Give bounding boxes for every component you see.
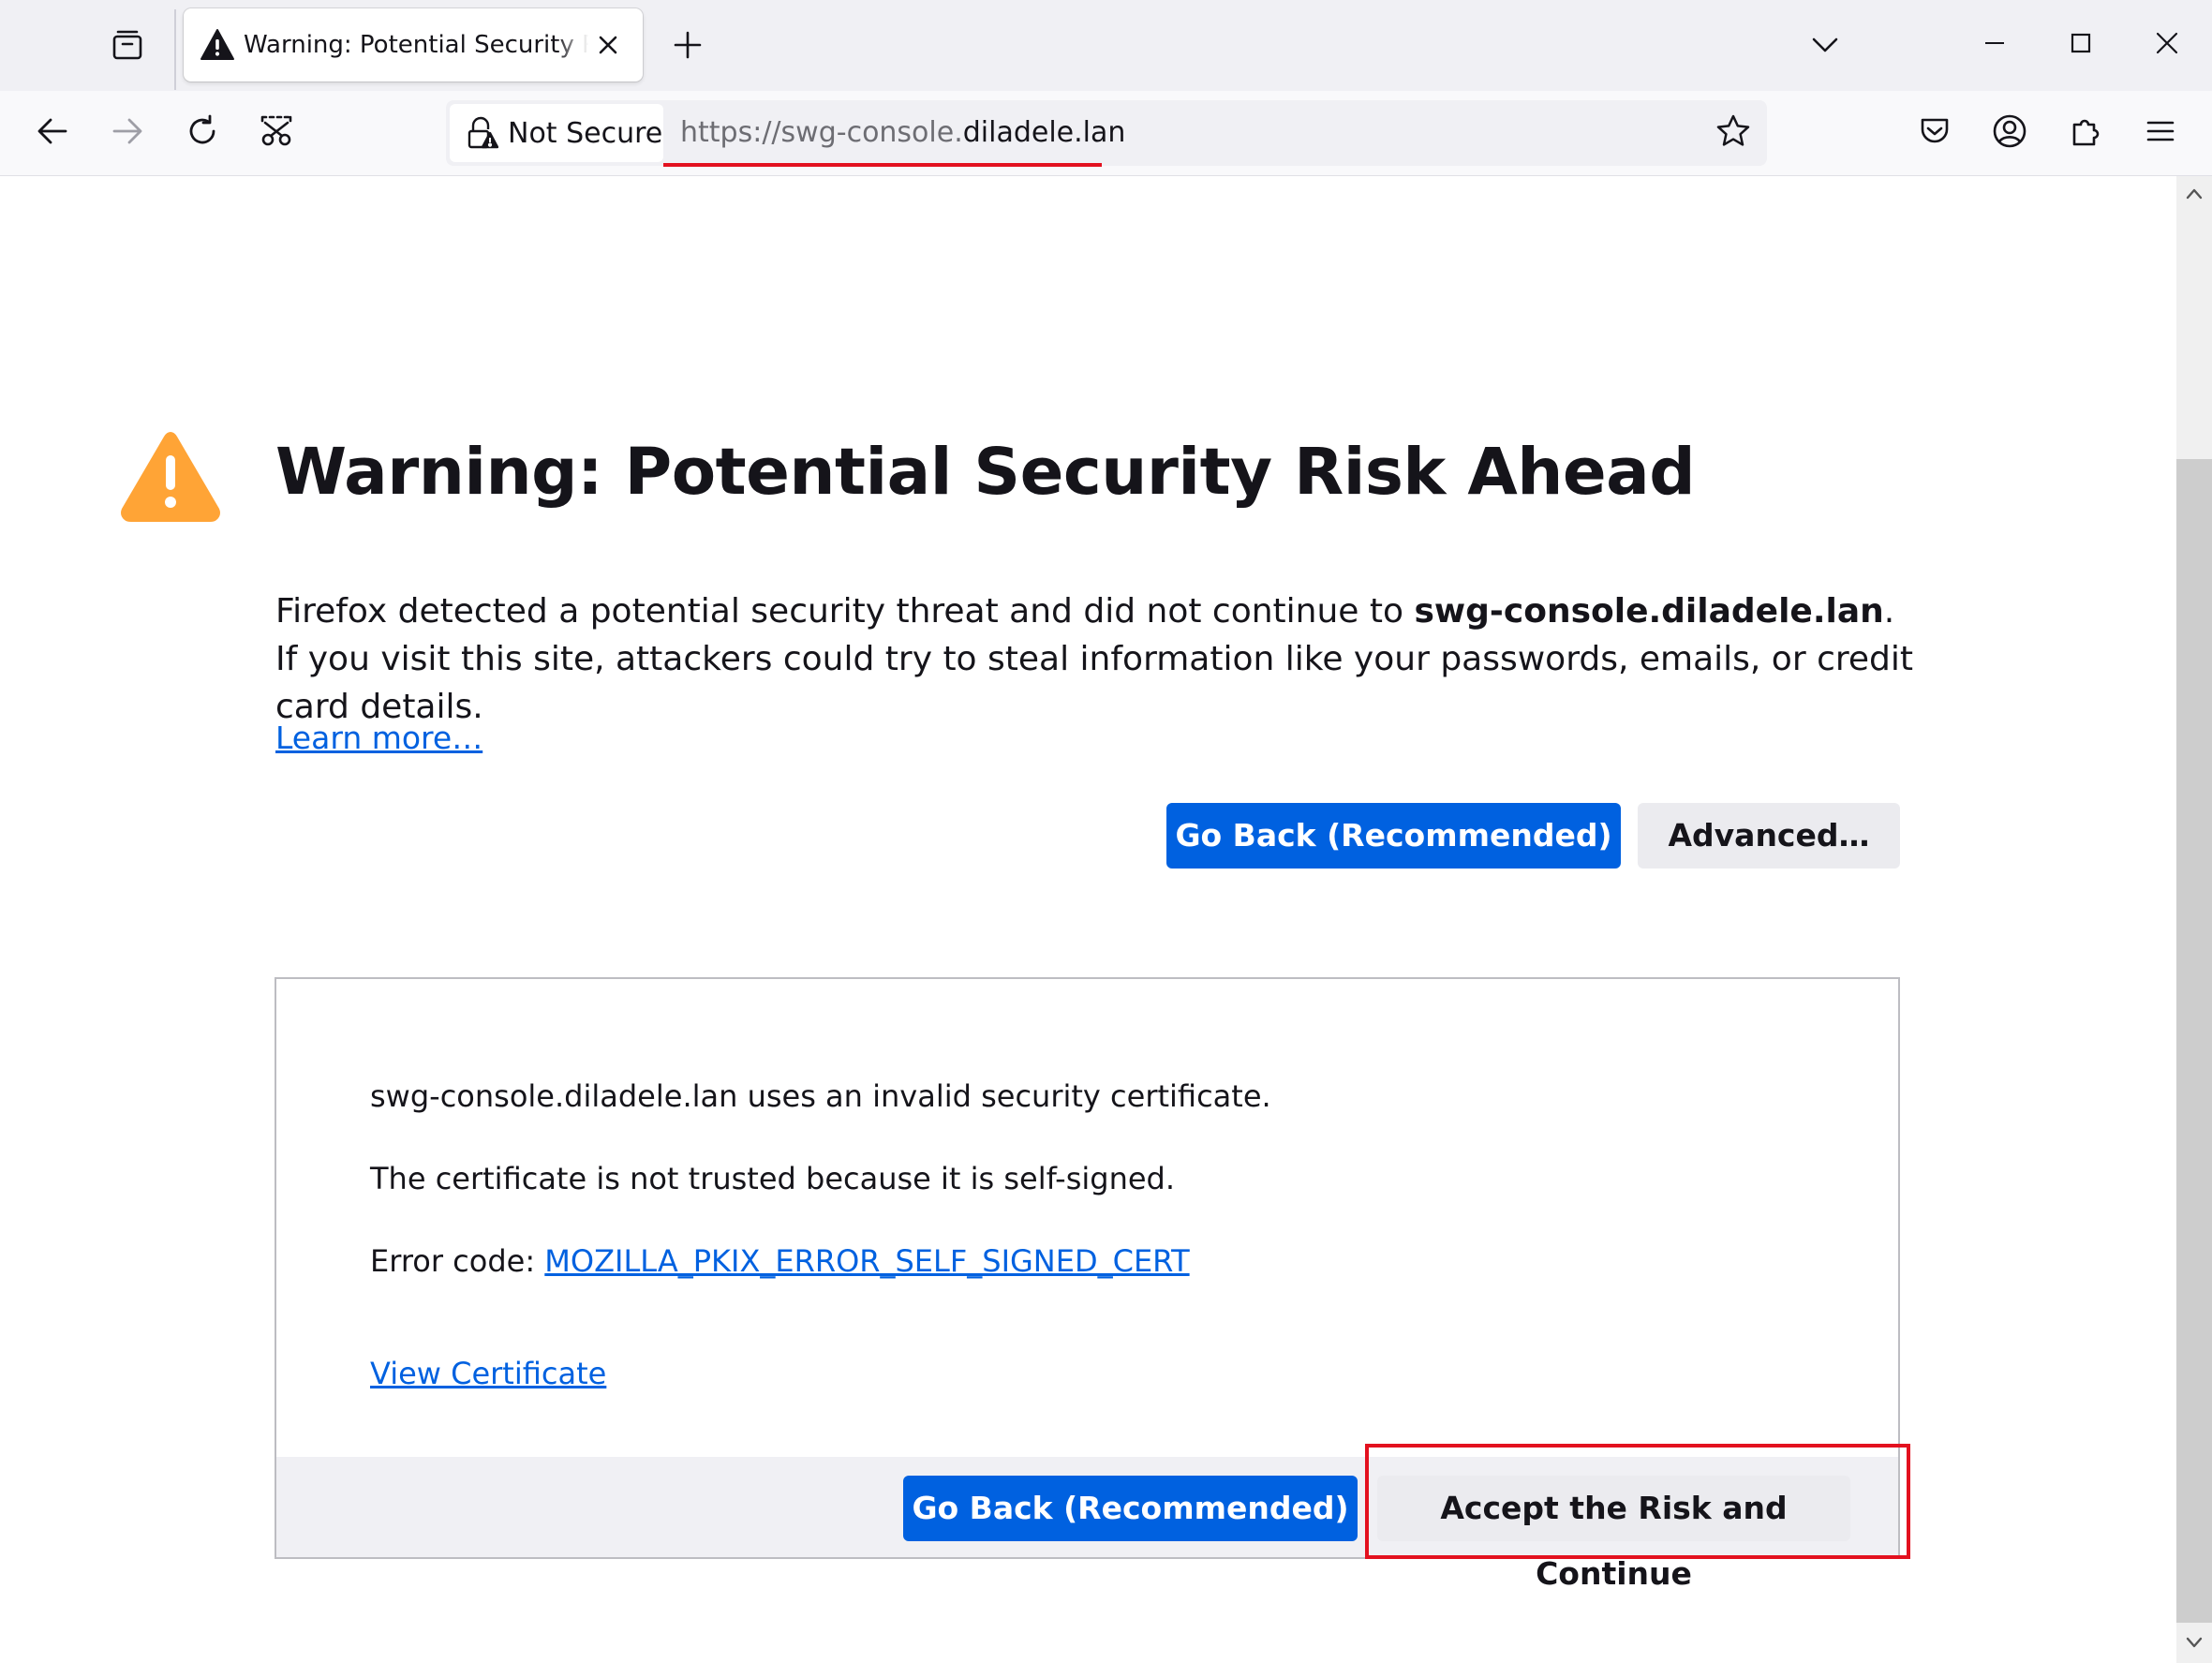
pocket-icon: [1918, 114, 1952, 152]
error-code-label: Error code:: [370, 1243, 545, 1279]
menu-icon: [2145, 115, 2176, 151]
page-title: Warning: Potential Security Risk Ahead: [275, 435, 1696, 510]
pocket-button[interactable]: [1908, 106, 1962, 160]
reload-button[interactable]: [175, 106, 230, 160]
url-domain: diladele.lan: [962, 116, 1126, 149]
chevron-down-icon: [1810, 30, 1840, 64]
tab-active[interactable]: Warning: Potential Security Risk Ahead: [184, 8, 643, 82]
tab-list-icon: [111, 28, 144, 66]
account-icon: [1992, 113, 2027, 153]
advanced-details-panel: swg-console.diladele.lan uses an invalid…: [275, 977, 1900, 1592]
warning-icon: [199, 26, 236, 64]
scroll-up-button[interactable]: [2180, 182, 2208, 210]
minimize-icon: [1983, 32, 2006, 58]
maximize-icon: [2070, 32, 2092, 58]
description-text: Firefox detected a potential security th…: [275, 592, 1415, 631]
tab-separator: [174, 9, 176, 90]
menu-button[interactable]: [2133, 106, 2188, 160]
screenshot-icon: [258, 112, 295, 154]
screenshot-button[interactable]: [249, 106, 304, 160]
url-prefix: https://swg-console.: [680, 116, 963, 149]
extensions-icon: [2068, 113, 2103, 153]
details-button-bar: Go Back (Recommended) Accept the Risk an…: [276, 1457, 1898, 1592]
tab-list-button[interactable]: [103, 22, 152, 71]
extensions-button[interactable]: [2058, 106, 2113, 160]
scrollbar-thumb[interactable]: [2176, 459, 2212, 1623]
invalid-certificate-text: swg-console.diladele.lan uses an invalid…: [370, 1078, 1271, 1114]
maximize-button[interactable]: [2053, 17, 2109, 73]
close-icon[interactable]: [592, 29, 624, 61]
learn-more-link[interactable]: Learn more…: [275, 715, 482, 762]
list-all-tabs-button[interactable]: [1801, 22, 1849, 71]
bookmark-button[interactable]: [1707, 107, 1759, 159]
new-tab-button[interactable]: [663, 22, 712, 71]
chevron-down-icon: [2185, 1633, 2204, 1656]
window-close-button[interactable]: [2139, 17, 2195, 73]
self-signed-text: The certificate is not trusted because i…: [370, 1161, 1176, 1196]
description-host: swg-console.diladele.lan: [1414, 592, 1884, 631]
site-identity-button[interactable]: Not Secure: [450, 104, 663, 162]
account-button[interactable]: [1982, 106, 2037, 160]
page-scrollbar[interactable]: [2176, 176, 2212, 1663]
star-icon: [1715, 113, 1751, 153]
close-icon: [2155, 31, 2179, 59]
warning-description: Firefox detected a potential security th…: [275, 587, 1924, 731]
accept-risk-button[interactable]: Accept the Risk and Continue: [1377, 1476, 1850, 1592]
forward-arrow-icon: [110, 113, 145, 153]
scroll-down-button[interactable]: [2180, 1630, 2208, 1658]
go-back-button[interactable]: Go Back (Recommended): [1166, 803, 1621, 869]
forward-button[interactable]: [100, 106, 155, 160]
url-bar[interactable]: Not Secure https://swg-console.diladele.…: [446, 100, 1767, 167]
error-code-link[interactable]: MOZILLA_PKIX_ERROR_SELF_SIGNED_CERT: [544, 1243, 1189, 1279]
chevron-up-icon: [2185, 185, 2204, 207]
minimize-button[interactable]: [1967, 17, 2023, 73]
warning-icon: [116, 426, 225, 526]
navigation-toolbar: Not Secure https://swg-console.diladele.…: [0, 91, 2212, 176]
tab-strip: Warning: Potential Security Risk Ahead: [0, 0, 2212, 91]
plus-icon: [673, 30, 703, 64]
back-button[interactable]: [25, 106, 80, 160]
error-code-row: Error code: MOZILLA_PKIX_ERROR_SELF_SIGN…: [370, 1240, 1190, 1283]
tab-title: Warning: Potential Security Risk Ahead: [244, 29, 588, 61]
url-text[interactable]: https://swg-console.diladele.lan: [680, 114, 1125, 152]
not-secure-label: Not Secure: [508, 116, 663, 150]
back-arrow-icon: [35, 113, 70, 153]
advanced-button[interactable]: Advanced…: [1638, 803, 1900, 869]
url-annotation-underline: [663, 163, 1102, 167]
reload-icon: [185, 113, 220, 153]
view-certificate-link[interactable]: View Certificate: [370, 1352, 606, 1395]
go-back-button-secondary[interactable]: Go Back (Recommended): [903, 1476, 1358, 1541]
insecure-lock-icon: [463, 114, 500, 152]
